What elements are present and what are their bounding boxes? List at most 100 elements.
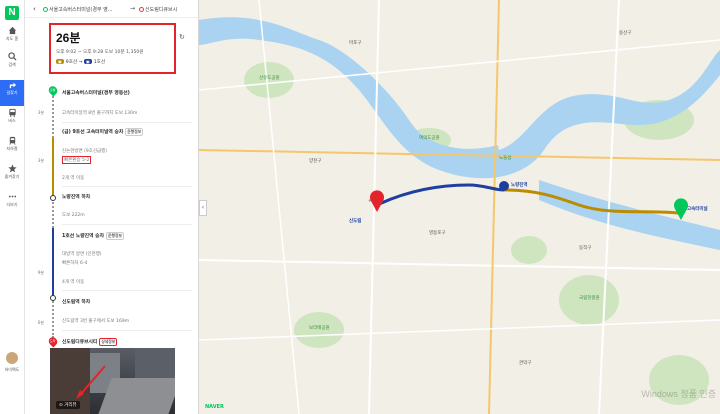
map-label: 동작구 — [579, 246, 592, 251]
river — [539, 180, 720, 250]
rail-item-label: 버스 — [8, 118, 16, 123]
rail-item-label: 길찾기 — [6, 90, 18, 95]
destination-marker-icon[interactable] — [370, 190, 384, 212]
directions-icon — [9, 82, 16, 89]
step-direction: 대방역 방면 (인천행) — [62, 252, 102, 257]
avatar[interactable] — [6, 352, 18, 364]
route-meta: 오후 9:02 ~ 오후 9:28 도보 10분 1,350원 — [56, 50, 144, 55]
step-origin[interactable]: 서울고속버스터미널(경부 영동선) — [62, 89, 130, 96]
walk-time: 6분 — [37, 320, 45, 325]
map-label: 노량진역 — [511, 183, 528, 188]
destination-dot-icon — [139, 7, 144, 12]
street-view-thumbnail[interactable]: ⊙ 거리뷰 — [50, 348, 175, 414]
map-logo: NAVER — [205, 404, 224, 410]
map-label: 고속터미널 — [687, 207, 708, 212]
back-arrow-icon[interactable]: ‹ — [33, 5, 36, 13]
user-name: 하이펙도 — [4, 367, 20, 372]
map-canvas — [199, 0, 720, 414]
step-direction: 신논현방면 (9호선급행) — [62, 149, 108, 154]
step-walk: 도보 222m — [62, 213, 85, 218]
map-label: 영등포구 — [429, 231, 446, 236]
origin-dot-icon — [43, 7, 48, 12]
rail-item-favorites[interactable]: 즐겨찾기 — [0, 164, 24, 190]
map-label: 여의도공원 — [419, 136, 440, 141]
rail-item-subway[interactable]: 지하철 — [0, 136, 24, 162]
windows-watermark: Windows 정품 인증 — [641, 389, 716, 399]
map-label: 양천구 — [309, 159, 322, 164]
bus-icon — [8, 108, 16, 117]
rail-item-label: 더보기 — [6, 202, 18, 207]
route-header: ‹ 서울고속버스터미널(경부 영... → 신도림디큐브시 — [25, 0, 198, 18]
line9-segment — [52, 138, 54, 198]
walk-time: 3분 — [37, 110, 45, 115]
service-info-button[interactable]: 운행정보 — [125, 128, 144, 136]
subway-icon — [8, 136, 16, 145]
nav-rail: N 지도 홈 검색 길찾기 버스 지하철 즐겨찾기 더보기 하이펙도 — [0, 0, 25, 414]
route-origin[interactable]: 서울고속버스터미널(경부 영... — [43, 6, 113, 13]
transfer-node — [50, 195, 56, 201]
map-label: 신도림 — [349, 219, 362, 224]
line1-route — [376, 183, 505, 207]
park-area — [511, 236, 547, 264]
step-walk: 고속터미널역 8번 출구까지 도보 130m — [62, 111, 138, 116]
line1-icon: ▣ — [83, 59, 92, 64]
step-walk: 신도림역 3번 출구에서 도보 169m — [62, 319, 130, 324]
refresh-icon[interactable]: ↻ — [179, 33, 185, 41]
end-pin-icon: 도착 — [46, 335, 60, 348]
map-label: 국립현충원 — [579, 296, 600, 301]
rail-item-label: 검색 — [8, 62, 16, 67]
line1-segment — [52, 228, 54, 298]
arrow-right-icon: → — [130, 5, 136, 12]
rail-item-search[interactable]: 검색 — [0, 52, 24, 78]
rail-item-label: 즐겨찾기 — [4, 174, 20, 179]
station-marker-icon — [499, 181, 509, 191]
road — [199, 259, 720, 271]
route-destination[interactable]: 신도림디큐브시 — [139, 6, 177, 13]
map-label: 노들섬 — [499, 156, 512, 161]
rail-item-directions[interactable]: 길찾기 — [0, 80, 24, 106]
ride-time: 3분 — [37, 158, 45, 163]
transfer-node — [50, 295, 56, 301]
walk-segment — [52, 198, 54, 228]
step-destination[interactable]: 신도림디큐브시티 상세정보 — [62, 338, 118, 346]
road — [258, 0, 300, 414]
details-button[interactable]: 상세정보 — [99, 338, 118, 346]
ride-time: 9분 — [37, 270, 45, 275]
route-lines: ▣ 9호선 → ▣ 1호선 — [56, 59, 106, 65]
divider — [62, 186, 192, 187]
step-alight[interactable]: 신도림역 하차 — [62, 298, 90, 305]
route-panel: ‹ 서울고속버스터미널(경부 영... → 신도림디큐브시 26분 오후 9:0… — [25, 0, 199, 414]
map-label: 관악구 — [519, 361, 532, 366]
step-stops[interactable]: 2개 역 이동 — [62, 175, 84, 181]
collapse-panel-button[interactable]: ‹ — [199, 200, 207, 216]
divider — [62, 224, 192, 225]
step-board[interactable]: (급) 9호선 고속터미널역 승차 운행정보 — [62, 128, 144, 136]
step-fast-transfer: 빠른환승 5-2 — [62, 156, 92, 164]
street-view-button[interactable]: ⊙ 거리뷰 — [56, 401, 80, 409]
divider — [62, 330, 192, 331]
start-pin-icon: 출발 — [46, 84, 60, 97]
step-stops[interactable]: 4개 역 이동 — [62, 279, 84, 285]
map-view[interactable]: 고속터미널 노량진역 신도림 영등포구 양천구 마포구 용산구 동작구 관악구 … — [199, 0, 720, 414]
map-label: 보라매공원 — [309, 326, 330, 331]
divider — [62, 122, 192, 123]
service-info-button[interactable]: 운행정보 — [105, 232, 124, 240]
rail-item-home[interactable]: 지도 홈 — [0, 26, 24, 52]
step-alight[interactable]: 노량진역 하차 — [62, 193, 90, 200]
pointer-arrow-icon — [76, 365, 106, 399]
origin-marker-icon[interactable] — [674, 198, 688, 220]
walk-segment — [52, 298, 54, 338]
line9-icon: ▣ — [56, 59, 64, 64]
step-board[interactable]: 1호선 노량진역 승차 운행정보 — [62, 232, 124, 240]
star-icon — [7, 164, 17, 173]
naver-logo[interactable]: N — [5, 6, 19, 20]
rail-item-bus[interactable]: 버스 — [0, 108, 24, 134]
step-fast-exit: 빠른하차 6-4 — [62, 261, 88, 266]
map-label: 선유도공원 — [259, 76, 280, 81]
search-icon — [7, 52, 17, 61]
divider — [62, 290, 192, 291]
rail-item-more[interactable]: 더보기 — [0, 192, 24, 218]
route-duration: 26분 — [56, 31, 81, 45]
route-summary[interactable]: 26분 오후 9:02 ~ 오후 9:28 도보 10분 1,350원 ▣ 9호선… — [49, 23, 176, 74]
map-label: 용산구 — [619, 31, 632, 36]
